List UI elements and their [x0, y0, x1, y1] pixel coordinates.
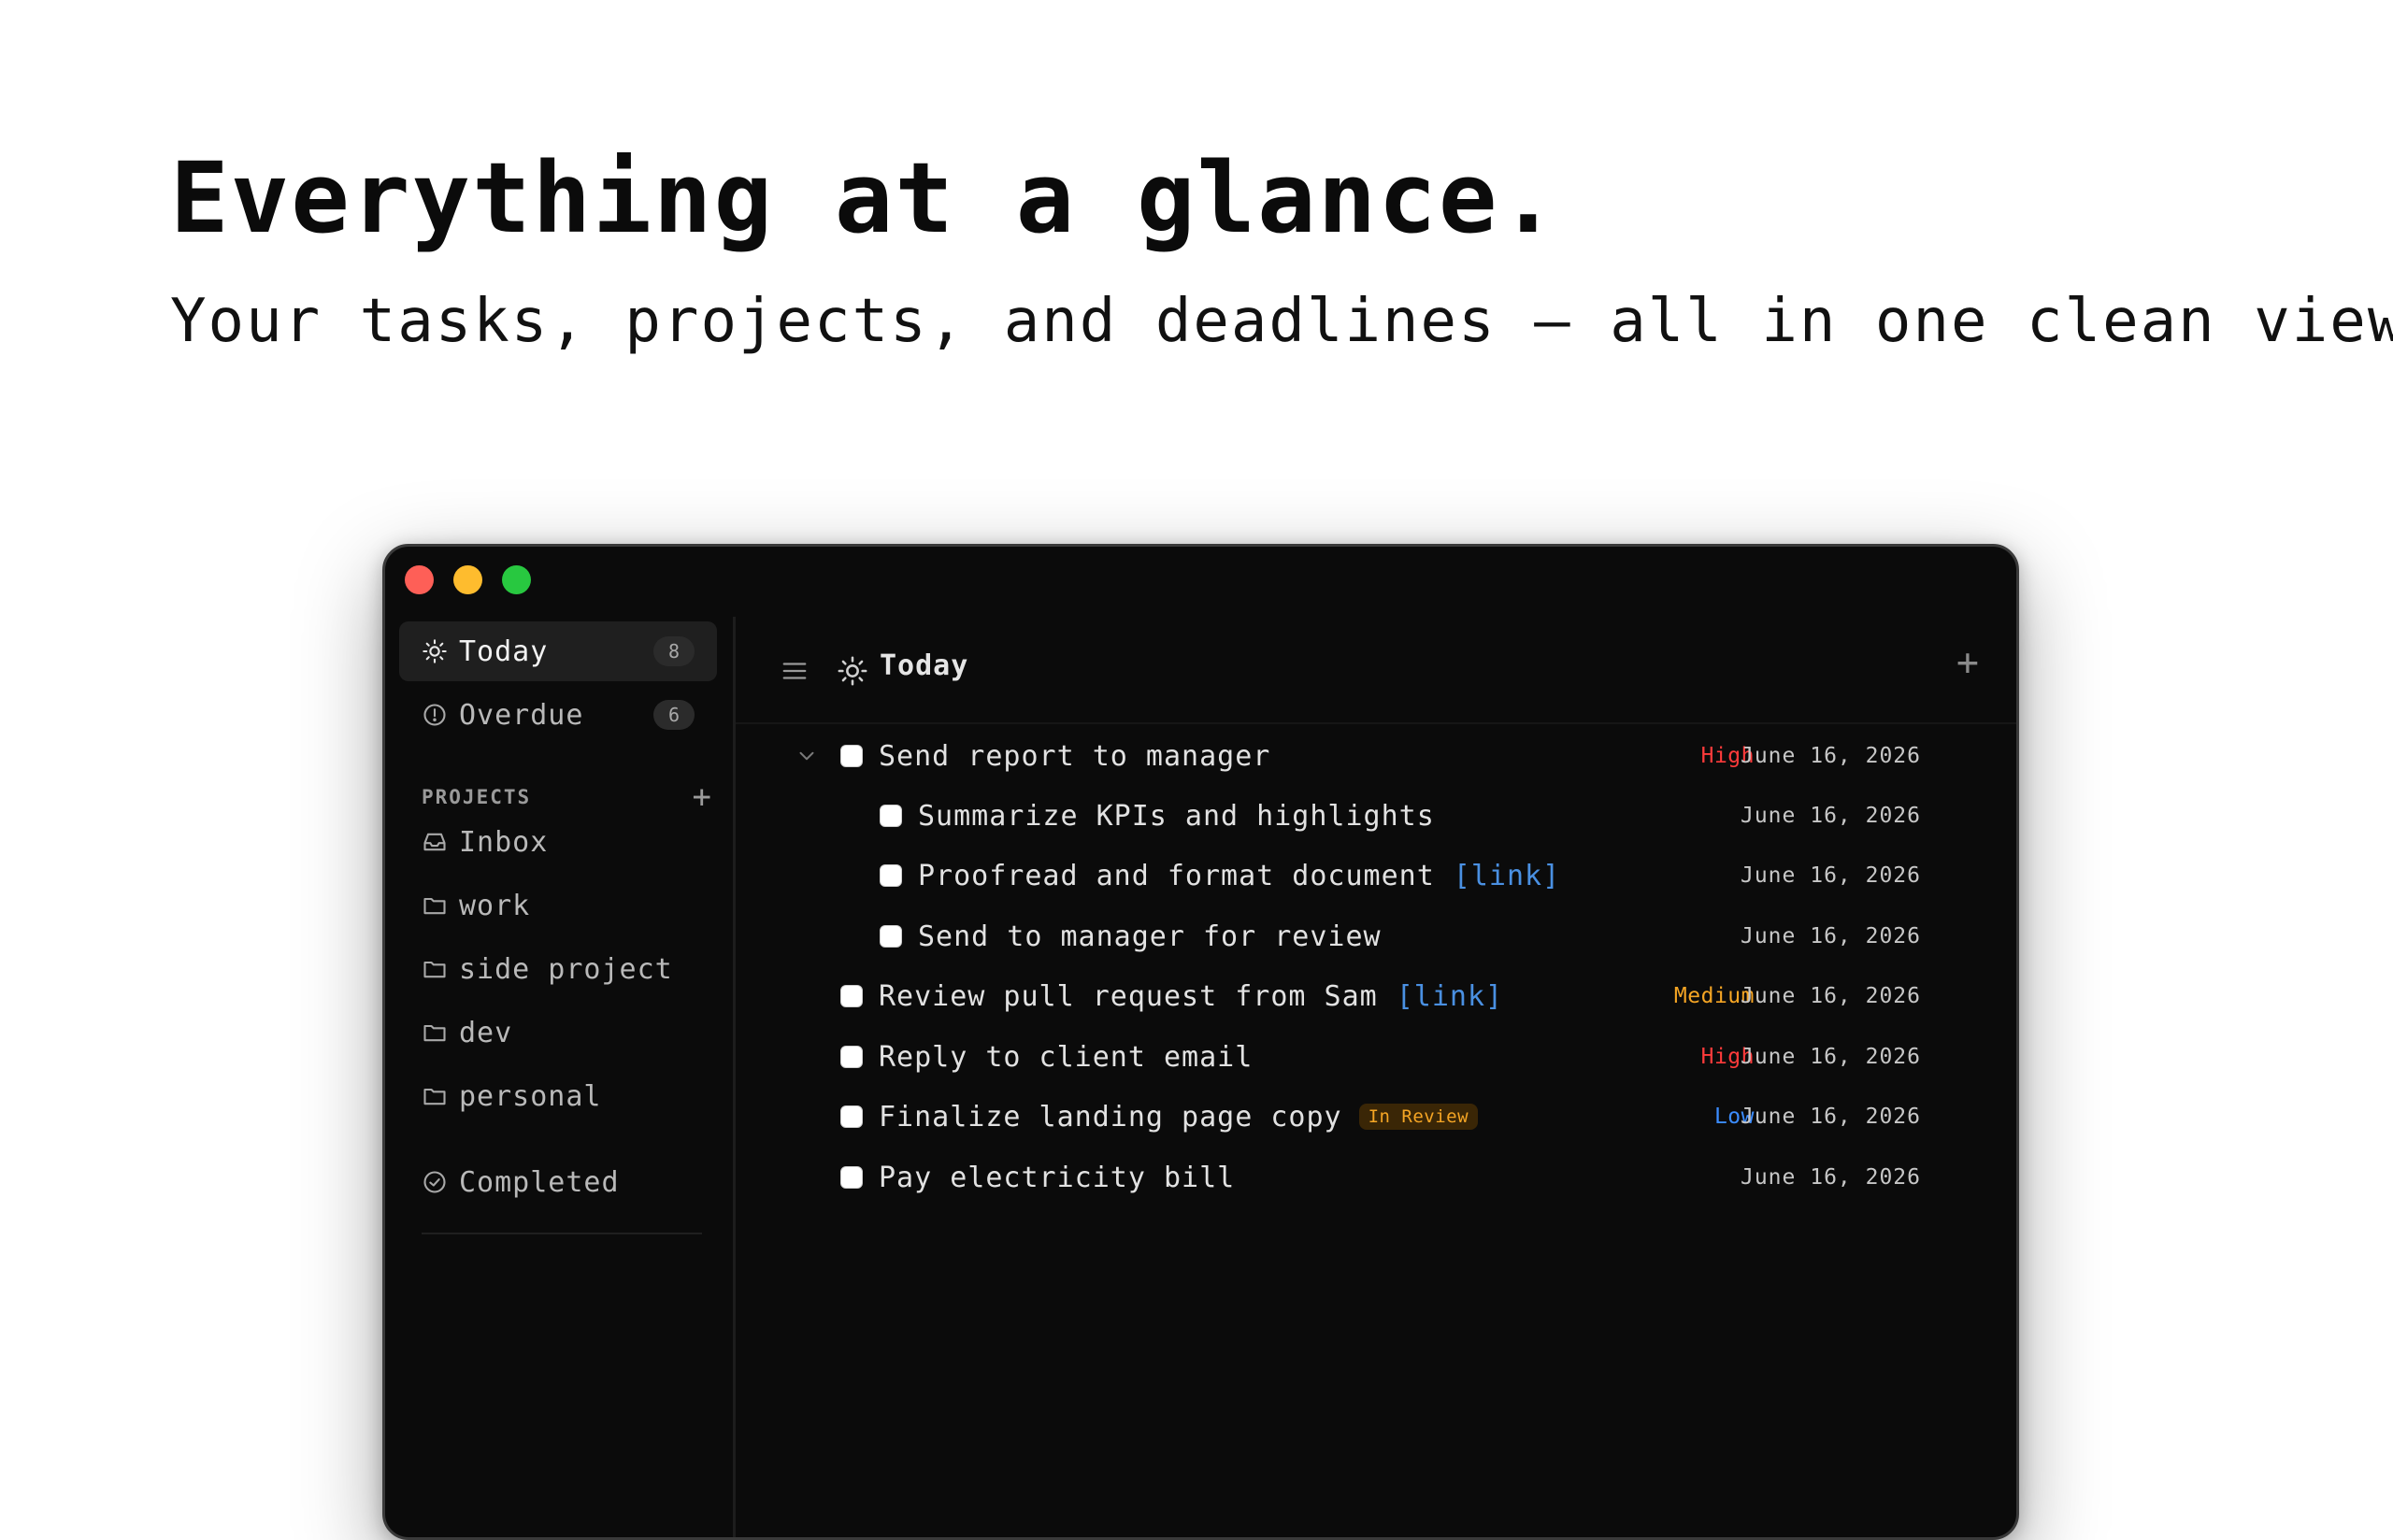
task-checkbox[interactable]	[840, 985, 863, 1007]
sidebar-item-side-project[interactable]: side project	[399, 939, 717, 999]
task-title-text: Proofread and format document	[918, 859, 1435, 892]
window-controls	[405, 565, 531, 594]
task-title-text: Send to manager for review	[918, 920, 1382, 953]
due-date: June 16, 2026	[1740, 1045, 1921, 1069]
sun-icon	[422, 638, 448, 664]
sidebar-item-label: Completed	[459, 1165, 620, 1199]
folder-icon	[422, 956, 448, 982]
due-date: June 16, 2026	[1740, 863, 1921, 888]
folder-icon	[422, 892, 448, 919]
sidebar-item-label: Overdue	[459, 698, 584, 732]
sidebar-item-label: dev	[459, 1016, 513, 1049]
sidebar-item-personal[interactable]: personal	[399, 1066, 717, 1126]
task-row[interactable]: Send to manager for review June 16, 2026	[736, 908, 2016, 964]
sidebar-item-completed[interactable]: Completed	[399, 1152, 717, 1212]
main-header: Today +	[736, 620, 2016, 724]
task-title: Reply to client email	[879, 1041, 1253, 1074]
sidebar-item-label: Today	[459, 635, 549, 668]
due-date: June 16, 2026	[1740, 984, 1921, 1008]
sidebar-item-inbox[interactable]: Inbox	[399, 812, 717, 872]
task-link[interactable]: [link]	[1454, 860, 1560, 892]
task-row[interactable]: Review pull request from Sam [link] Medi…	[736, 968, 2016, 1024]
close-window-button[interactable]	[405, 565, 434, 594]
projects-header: PROJECTS +	[422, 778, 711, 816]
sidebar-item-work[interactable]: work	[399, 876, 717, 935]
task-title: Send report to manager	[879, 740, 1270, 773]
alert-circle-icon	[422, 702, 448, 728]
task-checkbox[interactable]	[880, 864, 902, 887]
task-checkbox[interactable]	[880, 925, 902, 948]
projects-label: PROJECTS	[422, 786, 532, 808]
sidebar-item-label: Inbox	[459, 825, 549, 859]
page-title: Today	[880, 649, 969, 682]
sidebar-item-today[interactable]: Today 8	[399, 621, 717, 681]
zoom-window-button[interactable]	[502, 565, 531, 594]
check-circle-icon	[422, 1169, 448, 1195]
sidebar-item-label: work	[459, 889, 531, 922]
task-row[interactable]: Pay electricity bill June 16, 2026	[736, 1149, 2016, 1205]
sidebar: Today 8 Overdue 6 PROJECTS + Inbox work …	[385, 620, 733, 1537]
add-task-button[interactable]: +	[1956, 644, 1979, 681]
sidebar-item-label: personal	[459, 1079, 602, 1113]
hero-title: Everything at a glance.	[170, 141, 1560, 255]
task-row[interactable]: Proofread and format document [link] Jun…	[736, 848, 2016, 904]
due-date: June 16, 2026	[1740, 744, 1921, 768]
task-title: Finalize landing page copy In Review	[879, 1100, 1479, 1134]
sidebar-item-overdue[interactable]: Overdue 6	[399, 685, 717, 745]
task-title: Review pull request from Sam [link]	[879, 980, 1503, 1013]
task-checkbox[interactable]	[840, 1046, 863, 1068]
task-link[interactable]: [link]	[1397, 980, 1503, 1013]
task-checkbox[interactable]	[840, 1105, 863, 1128]
status-badge: In Review	[1358, 1104, 1479, 1130]
due-date: June 16, 2026	[1740, 1105, 1921, 1129]
task-title-text: Reply to client email	[879, 1040, 1254, 1074]
sidebar-item-dev[interactable]: dev	[399, 1003, 717, 1062]
hero-subtitle: Your tasks, projects, and deadlines — al…	[170, 287, 2393, 356]
task-title-text: Pay electricity bill	[879, 1161, 1236, 1194]
task-row[interactable]: Summarize KPIs and highlights June 16, 2…	[736, 788, 2016, 844]
task-title: Proofread and format document [link]	[918, 860, 1560, 892]
folder-icon	[422, 1083, 448, 1109]
task-row[interactable]: Send report to manager High June 16, 202…	[736, 728, 2016, 784]
due-date: June 16, 2026	[1740, 804, 1921, 828]
task-title: Send to manager for review	[918, 920, 1382, 953]
task-checkbox[interactable]	[880, 805, 902, 827]
inbox-icon	[422, 829, 448, 855]
task-title-text: Review pull request from Sam	[879, 979, 1378, 1013]
sidebar-item-label: side project	[459, 952, 673, 986]
minimize-window-button[interactable]	[453, 565, 482, 594]
task-title: Summarize KPIs and highlights	[918, 800, 1435, 833]
folder-icon	[422, 1020, 448, 1046]
task-title-text: Summarize KPIs and highlights	[918, 799, 1435, 833]
sun-icon	[838, 656, 867, 686]
task-row[interactable]: Finalize landing page copy In Review Low…	[736, 1089, 2016, 1145]
menu-icon[interactable]	[781, 657, 809, 685]
count-badge: 6	[653, 700, 695, 730]
add-project-button[interactable]: +	[693, 781, 711, 813]
task-row[interactable]: Reply to client email High June 16, 2026	[736, 1029, 2016, 1085]
app-window: Today 8 Overdue 6 PROJECTS + Inbox work …	[382, 544, 2019, 1540]
task-title: Pay electricity bill	[879, 1162, 1235, 1194]
sidebar-divider	[422, 1233, 702, 1234]
chevron-down-icon[interactable]	[795, 744, 819, 768]
due-date: June 16, 2026	[1740, 1165, 1921, 1190]
task-title-text: Finalize landing page copy	[879, 1100, 1342, 1134]
main-panel: Today + Send report to manager High June…	[736, 620, 2016, 1537]
due-date: June 16, 2026	[1740, 924, 1921, 948]
task-checkbox[interactable]	[840, 745, 863, 767]
task-title-text: Send report to manager	[879, 739, 1271, 773]
count-badge: 8	[653, 636, 695, 666]
task-checkbox[interactable]	[840, 1166, 863, 1189]
